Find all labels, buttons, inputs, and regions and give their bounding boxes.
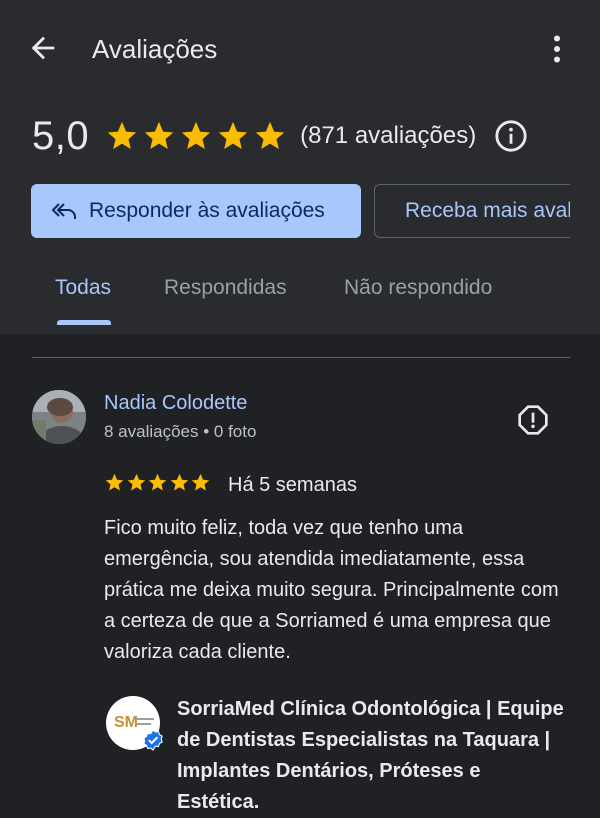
rating-count: (871 avaliações) — [300, 122, 477, 149]
reply-reviews-button[interactable]: Responder às avaliações — [31, 184, 361, 238]
reply-all-icon — [51, 203, 76, 219]
avatar-photo — [32, 390, 86, 444]
rating-value: 5,0 — [32, 113, 90, 158]
star-icon — [148, 473, 167, 491]
reply-reviews-label: Responder às avaliações — [89, 199, 325, 222]
star-icon — [218, 121, 248, 150]
reviewer-name[interactable]: Nadia Colodette — [104, 392, 247, 415]
report-icon[interactable] — [517, 404, 549, 436]
star-icon — [170, 473, 188, 491]
review-stars — [104, 472, 212, 493]
arrow-back-icon[interactable] — [26, 31, 60, 65]
tab-all[interactable]: Todas — [55, 276, 111, 300]
star-icon — [105, 473, 124, 491]
info-icon[interactable] — [494, 119, 528, 153]
star-icon — [191, 473, 210, 491]
get-more-reviews-button[interactable]: Receba mais avaliações — [374, 184, 570, 238]
star-icon — [255, 121, 285, 150]
tab-answered[interactable]: Respondidas — [164, 276, 287, 300]
active-tab-indicator — [57, 320, 111, 325]
page-title: Avaliações — [92, 34, 218, 64]
star-icon — [107, 121, 137, 150]
review-date: Há 5 semanas — [228, 474, 357, 496]
more-vertical-icon[interactable] — [543, 30, 571, 68]
tab-unanswered[interactable]: Não respondido — [344, 276, 492, 300]
logo-mark: SM — [114, 714, 138, 731]
business-name: SorriaMed Clínica Odontológica | Equipe … — [177, 698, 564, 813]
rating-summary: 5,0 (871 avaliações) — [32, 112, 528, 160]
get-more-reviews-label: Receba mais avaliações — [405, 199, 570, 222]
star-icon — [127, 473, 145, 491]
avatar[interactable] — [32, 390, 86, 444]
review-text: Fico muito feliz, toda vez que tenho uma… — [104, 517, 559, 663]
reviewer-meta: 8 avaliações • 0 foto — [104, 422, 257, 441]
status-bar-strip — [0, 0, 600, 9]
divider — [32, 357, 570, 358]
star-icon — [144, 121, 174, 150]
rating-stars — [105, 119, 290, 153]
star-icon — [181, 121, 211, 150]
verified-badge-icon — [143, 729, 163, 751]
